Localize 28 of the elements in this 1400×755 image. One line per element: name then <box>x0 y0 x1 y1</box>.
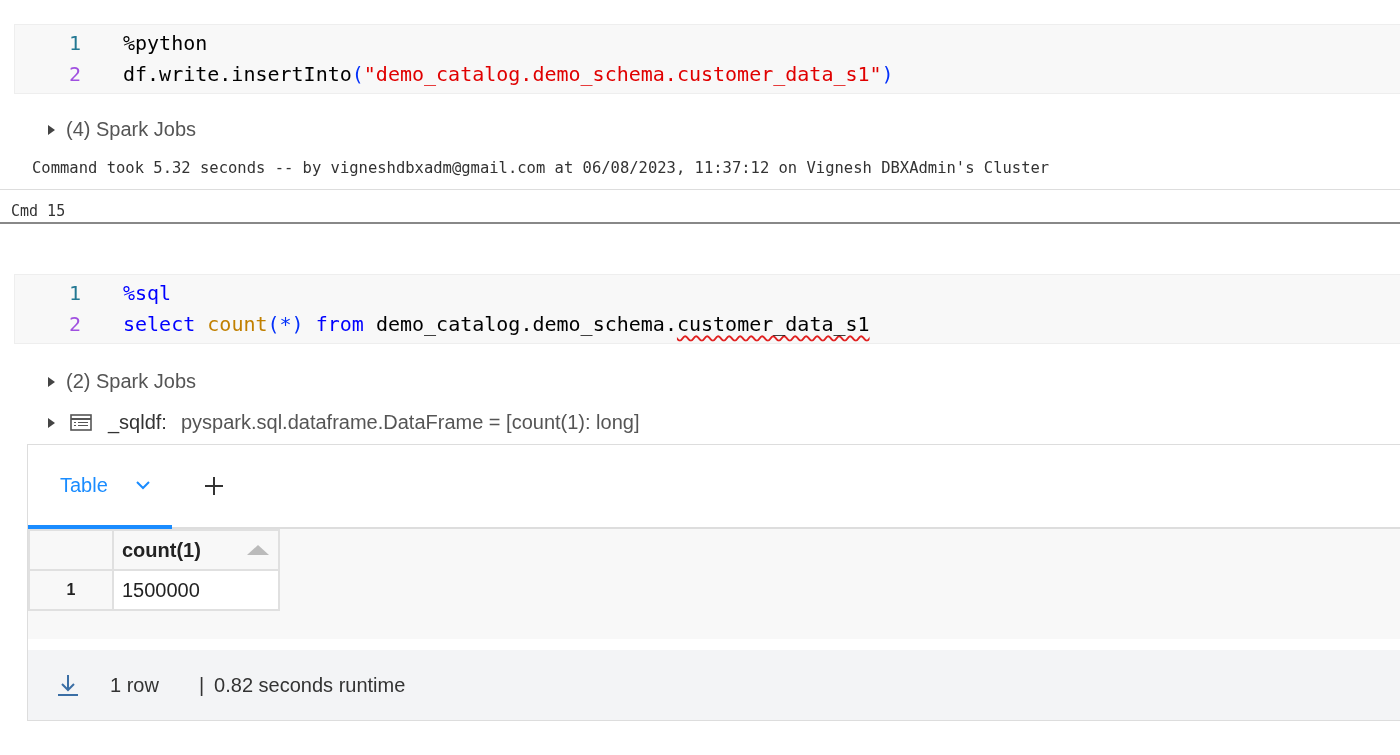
spark-jobs-label[interactable]: (4) Spark Jobs <box>66 118 197 141</box>
code-line: df.write.insertInto("demo_catalog.demo_schema.customer_data_s1") <box>123 61 894 86</box>
code-editor[interactable]: 1 %sql 2 select count(*) from demo_catalog.demo_schema.customer_data_s1 <box>14 274 1400 344</box>
code-line: %sql <box>123 280 172 305</box>
dataframe-schema: pyspark.sql.dataframe.DataFrame = [count(1): long] <box>180 411 640 434</box>
caret-icon[interactable] <box>46 416 56 429</box>
caret-icon[interactable] <box>46 123 56 136</box>
code-editor[interactable]: 1 %python 2 df.write.insertInto("demo_catalog.demo_schema.customer_data_s1") <box>14 24 1400 94</box>
table-icon <box>70 414 92 431</box>
download-icon[interactable] <box>56 673 80 697</box>
row-count: 1 row <box>110 673 159 697</box>
caret-icon[interactable] <box>46 375 56 388</box>
column-header[interactable]: count(1) <box>113 530 279 570</box>
runtime-text: 0.82 seconds runtime <box>214 673 406 697</box>
cmd-label: Cmd 15 <box>11 202 66 220</box>
table-cell: 1500000 <box>113 570 279 610</box>
dataframe-name: _sqldf: <box>108 411 167 434</box>
chevron-down-icon[interactable] <box>135 480 150 490</box>
line-number: 1 <box>67 280 81 305</box>
plus-icon[interactable] <box>203 476 224 496</box>
line-number: 2 <box>67 61 81 86</box>
spark-jobs-label[interactable]: (2) Spark Jobs <box>66 370 197 393</box>
line-number: 2 <box>67 311 81 336</box>
code-line: select count(*) from demo_catalog.demo_schema.customer_data_s1 <box>123 311 870 336</box>
code-line: %python <box>123 30 208 55</box>
separator-text: | <box>198 673 205 697</box>
line-number: 1 <box>67 30 81 55</box>
command-info: Command took 5.32 seconds -- by vigneshdbxadm@gmail.com at 06/08/2023, 11:37:12 on Vignesh DBXAdmin's Cluster <box>32 159 1051 177</box>
